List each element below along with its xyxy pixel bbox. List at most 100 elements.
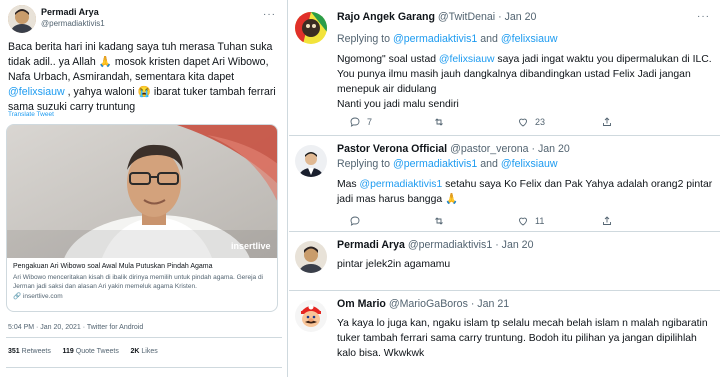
reply-author-handle[interactable]: @permadiaktivis1 xyxy=(408,239,492,251)
and-label: and xyxy=(477,158,501,170)
like-icon xyxy=(519,217,527,226)
reply-text-part: Ya kaya lo juga kan, ngaku islam tp sela… xyxy=(337,318,708,359)
avatar[interactable] xyxy=(8,5,36,33)
tweet-stats: 351 Retweets 119 Quote Tweets 2K Likes xyxy=(8,348,158,355)
tweet-header: Permadi Arya @permadiaktivis1 ··· xyxy=(8,5,278,35)
reply-author-name[interactable]: Rajo Angek Garang xyxy=(337,11,435,23)
reply-author-handle[interactable]: @MarioGaBoros xyxy=(389,298,468,310)
share-button[interactable] xyxy=(601,116,613,128)
more-icon[interactable]: ··· xyxy=(263,9,276,20)
reply-date[interactable]: · Jan 20 xyxy=(495,239,533,251)
card-description: Ari Wibowo menceritakan kisah di ibalik … xyxy=(13,274,264,290)
reply-text-part: Nanti you jadi malu sendiri xyxy=(337,99,459,110)
reply-date[interactable]: · Jan 21 xyxy=(471,298,509,310)
author-name[interactable]: Permadi Arya xyxy=(41,7,99,17)
mention-link[interactable]: @permadiaktivis1 xyxy=(360,179,443,190)
pray-emoji: 🙏 xyxy=(98,56,112,68)
like-button[interactable]: 23 xyxy=(517,116,545,128)
replies-panel: Rajo Angek Garang @TwitDenai · Jan 20 ··… xyxy=(289,0,720,377)
quote-label[interactable]: Quote Tweets xyxy=(76,348,119,355)
reply-date[interactable]: · Jan 20 xyxy=(498,11,536,23)
reply-tweet[interactable]: Permadi Arya @permadiaktivis1 · Jan 20 p… xyxy=(289,233,720,291)
reply-header: Rajo Angek Garang @TwitDenai · Jan 20 xyxy=(337,11,536,23)
main-tweet-panel: Permadi Arya @permadiaktivis1 ··· Baca b… xyxy=(0,0,288,377)
mention-link[interactable]: @felixsiauw xyxy=(501,33,558,45)
tweet-text: Baca berita hari ini kadang saya tuh mer… xyxy=(8,40,280,115)
card-domain: 🔗 insertlive.com xyxy=(13,292,275,300)
reply-header: Om Mario @MarioGaBoros · Jan 21 xyxy=(337,298,509,310)
reply-header: Permadi Arya @permadiaktivis1 · Jan 20 xyxy=(337,239,533,251)
reply-text-part: pintar jelek2in agamamu xyxy=(337,259,451,270)
share-icon xyxy=(603,216,611,225)
crying-emoji: 😭 xyxy=(137,86,151,98)
replying-label: Replying to xyxy=(337,33,393,45)
card-body: Pengakuan Ari Wibowo soal Awal Mula Putu… xyxy=(13,262,275,300)
reply-text: Ya kaya lo juga kan, ngaku islam tp sela… xyxy=(337,316,713,361)
mention-link[interactable]: @felixsiauw xyxy=(8,86,65,98)
reply-icon xyxy=(350,216,360,226)
reply-count: 7 xyxy=(367,117,373,127)
replying-label: Replying to xyxy=(337,158,393,170)
card-image: insertlive xyxy=(7,125,277,258)
author-handle[interactable]: @permadiaktivis1 xyxy=(41,19,105,28)
divider xyxy=(6,337,282,338)
retweet-button[interactable] xyxy=(433,116,451,128)
card-title: Pengakuan Ari Wibowo soal Awal Mula Putu… xyxy=(13,263,213,270)
reply-actions: 11 xyxy=(337,215,677,229)
like-count: 11 xyxy=(535,216,545,226)
reply-icon xyxy=(350,117,360,127)
reply-author-name[interactable]: Permadi Arya xyxy=(337,239,405,251)
reply-button[interactable]: 7 xyxy=(349,116,372,128)
like-label[interactable]: Likes xyxy=(141,348,157,355)
avatar[interactable] xyxy=(295,145,327,177)
reply-tweet[interactable]: Om Mario @MarioGaBoros · Jan 21 Ya kaya … xyxy=(289,292,720,377)
reply-text: pintar jelek2in agamamu xyxy=(337,257,713,272)
replying-to: Replying to @permadiaktivis1 and @felixs… xyxy=(337,158,558,170)
reply-text-part: Ngomong" soal ustad xyxy=(337,54,439,65)
like-count[interactable]: 2K xyxy=(131,348,140,355)
like-icon xyxy=(519,118,527,127)
like-count: 23 xyxy=(535,117,546,127)
mention-link[interactable]: @felixsiauw xyxy=(501,158,558,170)
mention-link[interactable]: @permadiaktivis1 xyxy=(393,158,477,170)
tweet-text-part: , yahya waloni xyxy=(64,86,138,98)
insertlive-logo: insertlive xyxy=(231,241,271,251)
retweet-count[interactable]: 351 xyxy=(8,348,20,355)
reply-author-handle[interactable]: @TwitDenai xyxy=(438,11,495,23)
link-icon: 🔗 xyxy=(13,293,23,300)
share-button[interactable] xyxy=(601,215,613,227)
reply-tweet[interactable]: Pastor Verona Official @pastor_verona · … xyxy=(289,137,720,232)
pray-emoji: 🙏 xyxy=(445,194,458,205)
reply-text: Ngomong" soal ustad @felixsiauw saya jad… xyxy=(337,52,713,112)
reply-text: Mas @permadiaktivis1 setahu saya Ko Feli… xyxy=(337,177,713,207)
replying-to: Replying to @permadiaktivis1 and @felixs… xyxy=(337,33,558,45)
avatar[interactable] xyxy=(295,241,327,273)
reply-tweet[interactable]: Rajo Angek Garang @TwitDenai · Jan 20 ··… xyxy=(289,0,720,136)
reply-text-part: Mas xyxy=(337,179,360,190)
translate-link[interactable]: Translate Tweet xyxy=(8,111,54,118)
divider xyxy=(6,367,282,368)
reply-author-name[interactable]: Pastor Verona Official xyxy=(337,143,447,155)
like-button[interactable]: 11 xyxy=(517,215,544,227)
reply-button[interactable] xyxy=(349,215,367,227)
reply-date[interactable]: · Jan 20 xyxy=(532,143,570,155)
retweet-icon xyxy=(435,217,443,225)
mention-link[interactable]: @permadiaktivis1 xyxy=(393,33,477,45)
and-label: and xyxy=(477,33,501,45)
reply-author-handle[interactable]: @pastor_verona xyxy=(450,143,528,155)
reply-header: Pastor Verona Official @pastor_verona · … xyxy=(337,143,570,155)
card-domain-text: insertlive.com xyxy=(22,293,63,300)
link-card[interactable]: insertlive Pengakuan Ari Wibowo soal Awa… xyxy=(6,124,278,312)
avatar[interactable] xyxy=(295,300,327,332)
retweet-label[interactable]: Retweets xyxy=(22,348,51,355)
tweet-timestamp[interactable]: 5:04 PM · Jan 20, 2021 · Twitter for And… xyxy=(8,324,143,331)
retweet-button[interactable] xyxy=(433,215,451,227)
share-icon xyxy=(603,117,611,126)
reply-actions: 7 23 xyxy=(337,116,677,130)
avatar[interactable] xyxy=(295,12,327,44)
retweet-icon xyxy=(435,118,443,126)
quote-count[interactable]: 119 xyxy=(63,348,74,355)
more-icon[interactable]: ··· xyxy=(697,11,710,22)
mention-link[interactable]: @felixsiauw xyxy=(439,54,495,65)
reply-author-name[interactable]: Om Mario xyxy=(337,298,386,310)
